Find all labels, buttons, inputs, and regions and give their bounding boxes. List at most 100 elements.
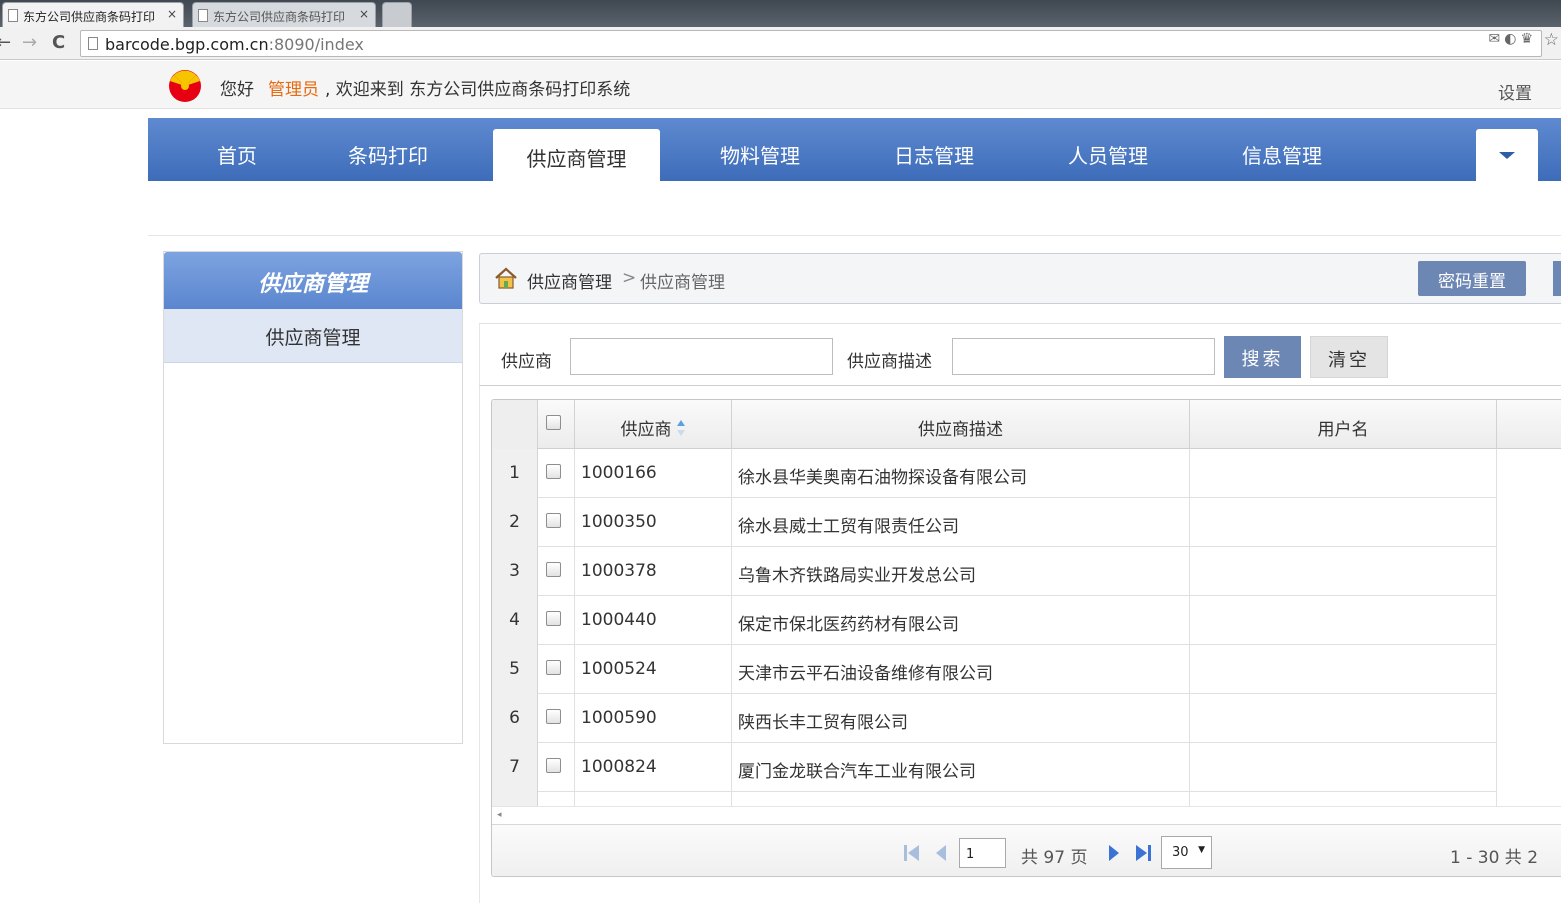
record-range: 1 - 30 共 2 <box>1450 848 1539 868</box>
table-row[interactable]: 6 1000590 陕西长丰工贸有限公司 <box>492 694 1497 743</box>
page-size-select[interactable]: 30 ▼ <box>1161 836 1212 869</box>
search-button[interactable]: 搜索 <box>1224 336 1301 378</box>
address-bar[interactable]: barcode.bgp.com.cn:8090/index <box>80 30 1542 57</box>
column-header-username[interactable]: 用户名 <box>1190 400 1497 449</box>
first-page-icon[interactable] <box>903 843 921 863</box>
supplier-code-cell: 1000524 <box>575 645 732 694</box>
supplier-code-cell: 1000590 <box>575 694 732 743</box>
last-page-icon[interactable] <box>1134 843 1152 863</box>
prev-page-icon[interactable] <box>932 843 950 863</box>
pagination-bar: 1 共 97 页 30 ▼ 1 - 30 共 2 <box>492 824 1561 876</box>
row-number-header <box>492 400 538 449</box>
browser-tab-active[interactable]: 东方公司供应商条码打印 × <box>2 2 184 27</box>
url-path: :8090/index <box>268 35 364 54</box>
row-number: 6 <box>492 694 538 743</box>
toolbar-button-partial[interactable] <box>1553 261 1561 296</box>
tab-title: 东方公司供应商条码打印 <box>23 10 156 24</box>
row-checkbox[interactable] <box>546 660 561 675</box>
page-icon <box>8 9 18 22</box>
clear-button[interactable]: 清空 <box>1310 336 1388 378</box>
page-size-value: 30 <box>1172 845 1189 860</box>
scroll-left-icon[interactable]: ◂ <box>497 810 502 820</box>
select-all-checkbox[interactable] <box>546 415 561 430</box>
content-border <box>479 386 480 903</box>
row-select-cell <box>538 743 575 792</box>
supplier-desc-cell: 陕西长丰工贸有限公司 <box>732 694 1190 743</box>
page-icon <box>88 37 98 50</box>
close-tab-icon[interactable]: × <box>359 7 369 21</box>
page-header: 您好 管理员 , 欢迎来到 东方公司供应商条码打印系统 设置 <box>0 61 1561 109</box>
row-number: 7 <box>492 743 538 792</box>
nav-more-button[interactable] <box>1476 129 1538 181</box>
welcome-message: , 欢迎来到 东方公司供应商条码打印系统 <box>325 80 631 100</box>
extension-icons[interactable]: ✉◐♛ <box>1489 31 1538 47</box>
username-cell <box>1190 547 1497 596</box>
supplier-desc-input[interactable] <box>952 338 1215 375</box>
supplier-desc-cell: 徐水县华美奥南石油物探设备有限公司 <box>732 449 1190 498</box>
supplier-desc-cell: 天津市云平石油设备维修有限公司 <box>732 645 1190 694</box>
table-row[interactable]: 2 1000350 徐水县威士工贸有限责任公司 <box>492 498 1497 547</box>
row-select-cell <box>538 694 575 743</box>
row-checkbox[interactable] <box>546 464 561 479</box>
new-tab-button[interactable] <box>382 2 412 27</box>
row-checkbox[interactable] <box>546 758 561 773</box>
page-number-input[interactable]: 1 <box>959 838 1006 868</box>
main-nav: 首页 条码打印 供应商管理 物料管理 日志管理 人员管理 信息管理 <box>148 118 1561 181</box>
url-host: barcode.bgp.com.cn <box>105 35 269 54</box>
username-cell <box>1190 645 1497 694</box>
caret-down-icon <box>1499 152 1515 159</box>
column-header-supplier-desc[interactable]: 供应商描述 <box>732 400 1190 449</box>
select-all-header <box>538 400 575 449</box>
row-checkbox[interactable] <box>546 709 561 724</box>
column-header-supplier[interactable]: 供应商 <box>575 400 732 449</box>
home-icon[interactable] <box>494 267 518 289</box>
row-number: 2 <box>492 498 538 547</box>
reload-icon[interactable]: C <box>52 32 65 53</box>
supplier-code-cell: 1000166 <box>575 449 732 498</box>
supplier-desc-label: 供应商描述 <box>847 352 932 372</box>
table-row[interactable]: 3 1000378 乌鲁木齐铁路局实业开发总公司 <box>492 547 1497 596</box>
username-link[interactable]: 管理员 <box>268 80 319 100</box>
row-number: 5 <box>492 645 538 694</box>
table-row[interactable]: 4 1000440 保定市保北医药药材有限公司 <box>492 596 1497 645</box>
row-checkbox[interactable] <box>546 611 561 626</box>
nav-log-management[interactable]: 日志管理 <box>894 140 974 169</box>
next-page-icon[interactable] <box>1105 843 1123 863</box>
nav-info-management[interactable]: 信息管理 <box>1242 140 1322 169</box>
row-select-cell <box>538 547 575 596</box>
sidebar-item-supplier-management[interactable]: 供应商管理 <box>164 309 462 363</box>
supplier-code-cell: 1000350 <box>575 498 732 547</box>
nav-home[interactable]: 首页 <box>217 140 257 169</box>
supplier-input[interactable] <box>570 338 833 375</box>
table-row[interactable]: 5 1000524 天津市云平石油设备维修有限公司 <box>492 645 1497 694</box>
browser-tab[interactable]: 东方公司供应商条码打印 × <box>192 2 376 27</box>
settings-link[interactable]: 设置 <box>1498 79 1532 104</box>
sidebar-title: 供应商管理 <box>164 252 462 309</box>
forward-icon[interactable]: → <box>22 32 37 53</box>
nav-barcode-print[interactable]: 条码打印 <box>348 140 428 169</box>
nav-supplier-management[interactable]: 供应商管理 <box>493 129 660 181</box>
sort-icon[interactable] <box>676 419 686 437</box>
table-row[interactable]: 1 1000166 徐水县华美奥南石油物探设备有限公司 <box>492 449 1497 498</box>
row-select-cell <box>538 498 575 547</box>
supplier-label: 供应商 <box>501 352 552 372</box>
bookmark-star-icon[interactable]: ☆ <box>1544 30 1559 50</box>
breadcrumb-root[interactable]: 供应商管理 <box>527 268 612 293</box>
search-form: 供应商 供应商描述 搜索 清空 <box>479 323 1561 386</box>
row-select-cell <box>538 645 575 694</box>
greeting: 您好 <box>220 80 254 100</box>
nav-material-management[interactable]: 物料管理 <box>720 140 800 169</box>
sidebar: 供应商管理 供应商管理 <box>163 251 463 744</box>
supplier-desc-cell: 保定市保北医药药材有限公司 <box>732 596 1190 645</box>
supplier-desc-cell: 厦门金龙联合汽车工业有限公司 <box>732 743 1190 792</box>
nav-personnel-management[interactable]: 人员管理 <box>1068 140 1148 169</box>
reset-password-button[interactable]: 密码重置 <box>1418 261 1526 296</box>
row-checkbox[interactable] <box>546 513 561 528</box>
tab-title: 东方公司供应商条码打印 <box>213 10 346 24</box>
close-tab-icon[interactable]: × <box>167 7 177 21</box>
table-row[interactable]: 7 1000824 厦门金龙联合汽车工业有限公司 <box>492 743 1497 792</box>
row-checkbox[interactable] <box>546 562 561 577</box>
back-icon[interactable]: ← <box>0 32 11 53</box>
browser-tabstrip: 东方公司供应商条码打印 × 东方公司供应商条码打印 × <box>0 0 1561 27</box>
horizontal-scrollbar[interactable]: ◂ <box>492 806 1561 824</box>
